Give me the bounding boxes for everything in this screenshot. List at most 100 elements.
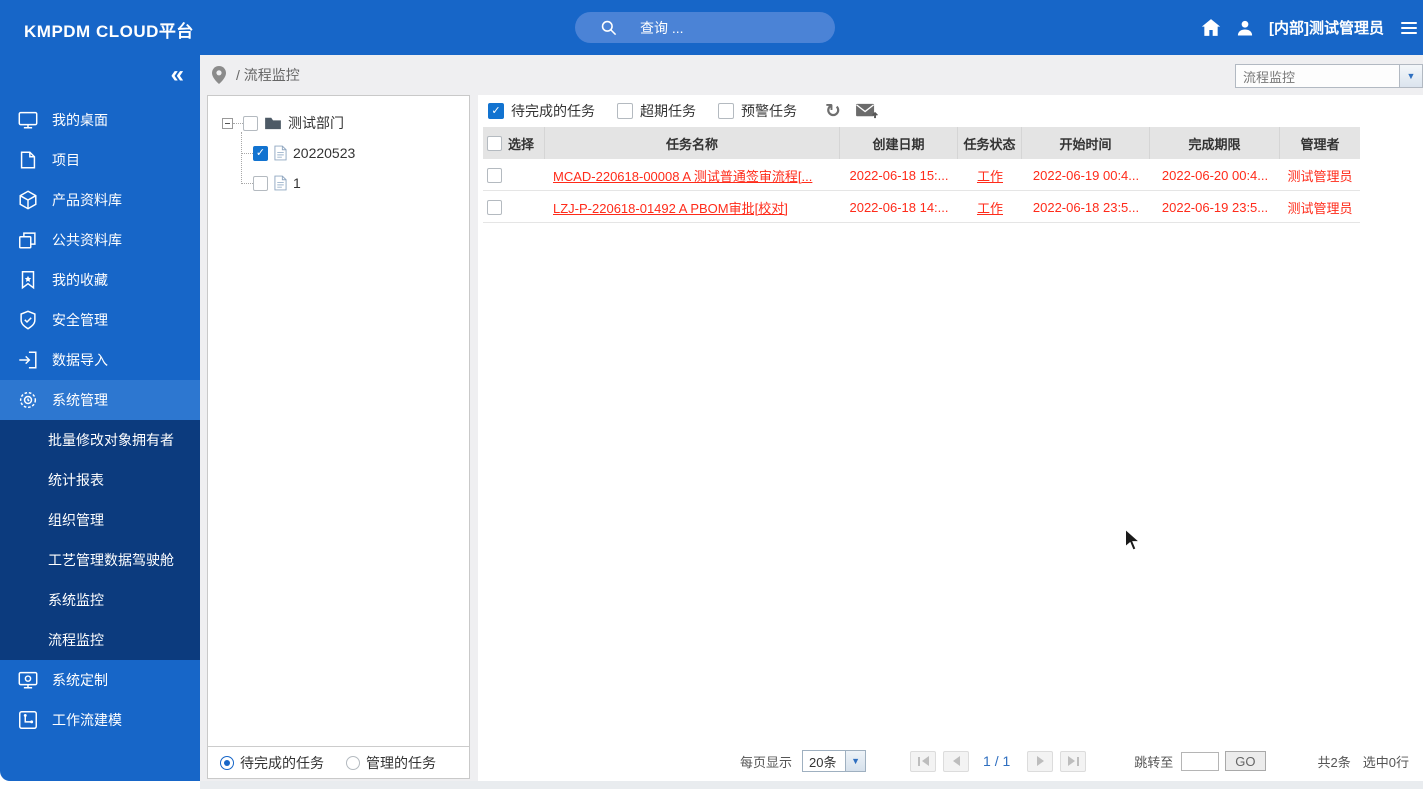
project-icon bbox=[17, 149, 39, 171]
task-created-date: 2022-06-18 15:... bbox=[840, 159, 958, 191]
department-tree: 测试部门 20220523 bbox=[208, 96, 469, 198]
radio-label: 管理的任务 bbox=[366, 753, 436, 773]
submenu-item-batch-modify-owner[interactable]: 批量修改对象拥有者 bbox=[0, 420, 200, 460]
sidebar-item-public-library[interactable]: 公共资料库 bbox=[0, 220, 200, 260]
last-page-button[interactable] bbox=[1060, 751, 1086, 772]
task-status-link[interactable]: 工作 bbox=[977, 166, 1003, 185]
filter-overdue-tasks[interactable]: 超期任务 bbox=[617, 101, 696, 121]
app-logo: KMPDM CLOUD平台 bbox=[24, 17, 194, 42]
filter-pending-tasks[interactable]: 待完成的任务 bbox=[488, 101, 595, 121]
task-status-link[interactable]: 工作 bbox=[977, 198, 1003, 217]
current-user-name: [内部]测试管理员 bbox=[1269, 17, 1384, 38]
sidebar-item-product-library[interactable]: 产品资料库 bbox=[0, 180, 200, 220]
sidebar-item-projects[interactable]: 项目 bbox=[0, 140, 200, 180]
column-header-start: 开始时间 bbox=[1022, 127, 1150, 159]
collapse-sidebar-button[interactable]: « bbox=[171, 61, 184, 89]
checkbox-icon[interactable] bbox=[617, 103, 633, 119]
filter-warning-tasks[interactable]: 预警任务 bbox=[718, 101, 797, 121]
search-icon bbox=[599, 18, 618, 37]
sidebar-item-label: 安全管理 bbox=[52, 310, 108, 330]
sidebar-item-data-import[interactable]: 数据导入 bbox=[0, 340, 200, 380]
global-search-input[interactable]: 查询 ... bbox=[575, 12, 835, 43]
go-button[interactable]: GO bbox=[1225, 751, 1265, 771]
column-header-status: 任务状态 bbox=[958, 127, 1022, 159]
column-header-task-name: 任务名称 bbox=[545, 127, 840, 159]
user-icon[interactable] bbox=[1236, 19, 1254, 37]
system-custom-icon bbox=[17, 669, 39, 691]
view-select[interactable]: 流程监控 bbox=[1235, 64, 1423, 88]
sidebar-item-label: 数据导入 bbox=[52, 350, 108, 370]
row-checkbox[interactable] bbox=[487, 168, 502, 183]
column-header-created: 创建日期 bbox=[840, 127, 958, 159]
task-manager: 测试管理员 bbox=[1280, 159, 1360, 191]
favorites-icon bbox=[17, 269, 39, 291]
tree-node-label[interactable]: 1 bbox=[293, 175, 301, 191]
submenu-item-process-monitor[interactable]: 流程监控 bbox=[0, 620, 200, 660]
checkbox-icon[interactable] bbox=[718, 103, 734, 119]
tree-node-label[interactable]: 20220523 bbox=[293, 145, 355, 161]
breadcrumb: / 流程监控 bbox=[236, 65, 300, 85]
chevron-down-icon[interactable] bbox=[845, 751, 865, 771]
column-header-deadline: 完成期限 bbox=[1150, 127, 1280, 159]
per-page-select[interactable]: 20条 bbox=[802, 750, 866, 772]
total-count: 共2条 bbox=[1318, 752, 1351, 771]
next-page-button[interactable] bbox=[1027, 751, 1053, 772]
tree-root-checkbox[interactable] bbox=[243, 116, 258, 131]
task-filter-row: 待完成的任务 超期任务 预警任务 ↻ bbox=[478, 95, 1423, 127]
radio-label: 待完成的任务 bbox=[240, 753, 324, 773]
radio-pending-tasks[interactable]: 待完成的任务 bbox=[220, 753, 324, 773]
radio-icon bbox=[346, 756, 360, 770]
sidebar-item-label: 产品资料库 bbox=[52, 190, 122, 210]
submenu-item-org-management[interactable]: 组织管理 bbox=[0, 500, 200, 540]
sidebar-item-favorites[interactable]: 我的收藏 bbox=[0, 260, 200, 300]
location-pin-icon bbox=[212, 66, 226, 84]
task-start-time: 2022-06-18 23:5... bbox=[1022, 191, 1150, 223]
task-created-date: 2022-06-18 14:... bbox=[840, 191, 958, 223]
tree-child-checkbox[interactable] bbox=[253, 146, 268, 161]
home-icon[interactable] bbox=[1201, 18, 1221, 37]
data-import-icon bbox=[17, 349, 39, 371]
content-area: / 流程监控 流程监控 测试部门 bbox=[200, 55, 1423, 781]
sidebar-item-label: 我的收藏 bbox=[52, 270, 108, 290]
menu-icon[interactable] bbox=[1401, 22, 1417, 34]
jump-page-input[interactable] bbox=[1181, 752, 1219, 771]
send-mail-icon[interactable] bbox=[855, 102, 878, 120]
checkbox-icon[interactable] bbox=[488, 103, 504, 119]
page-indicator: 1 / 1 bbox=[983, 753, 1010, 769]
task-table: 选择 任务名称 创建日期 任务状态 开始时间 完成期限 管理者 MCAD-220… bbox=[483, 127, 1360, 223]
sidebar-item-system-custom[interactable]: 系统定制 bbox=[0, 660, 200, 700]
tree-connector bbox=[241, 183, 253, 184]
tree-child-checkbox[interactable] bbox=[253, 176, 268, 191]
per-page-label: 每页显示 bbox=[740, 752, 792, 771]
sidebar-item-system-admin[interactable]: 系统管理 bbox=[0, 380, 200, 420]
task-name-link[interactable]: MCAD-220618-00008 A 测试普通签审流程[... bbox=[553, 166, 812, 185]
product-library-icon bbox=[17, 189, 39, 211]
sidebar-item-label: 项目 bbox=[52, 150, 80, 170]
task-name-link[interactable]: LZJ-P-220618-01492 A PBOM审批[校对] bbox=[553, 198, 788, 217]
submenu-item-process-data-cockpit[interactable]: 工艺管理数据驾驶舱 bbox=[0, 540, 200, 580]
per-page-value: 20条 bbox=[803, 752, 845, 771]
submenu-item-system-monitor[interactable]: 系统监控 bbox=[0, 580, 200, 620]
refresh-icon[interactable]: ↻ bbox=[825, 102, 841, 121]
select-all-checkbox[interactable] bbox=[487, 136, 502, 151]
row-checkbox[interactable] bbox=[487, 200, 502, 215]
sidebar: « 我的桌面 项目 产品资料库 bbox=[0, 55, 200, 781]
workflow-icon bbox=[17, 709, 39, 731]
prev-page-button[interactable] bbox=[943, 751, 969, 772]
radio-managed-tasks[interactable]: 管理的任务 bbox=[346, 753, 436, 773]
tree-node-label[interactable]: 测试部门 bbox=[288, 113, 344, 133]
first-page-button[interactable] bbox=[910, 751, 936, 772]
shield-icon bbox=[17, 309, 39, 331]
sidebar-item-my-desktop[interactable]: 我的桌面 bbox=[0, 100, 200, 140]
submenu-item-statistics-report[interactable]: 统计报表 bbox=[0, 460, 200, 500]
app-root: KMPDM CLOUD平台 查询 ... [内部]测试管理员 « bbox=[0, 0, 1423, 789]
tree-children: 20220523 1 bbox=[241, 138, 469, 198]
sidebar-item-workflow-modeling[interactable]: 工作流建模 bbox=[0, 700, 200, 740]
tree-collapse-toggle[interactable] bbox=[222, 118, 233, 129]
top-header: KMPDM CLOUD平台 查询 ... [内部]测试管理员 bbox=[0, 0, 1423, 55]
sidebar-item-security[interactable]: 安全管理 bbox=[0, 300, 200, 340]
sidebar-item-label: 系统定制 bbox=[52, 670, 108, 690]
document-icon bbox=[274, 175, 287, 191]
tree-node-20220523: 20220523 bbox=[241, 138, 469, 168]
chevron-down-icon[interactable] bbox=[1399, 65, 1422, 87]
